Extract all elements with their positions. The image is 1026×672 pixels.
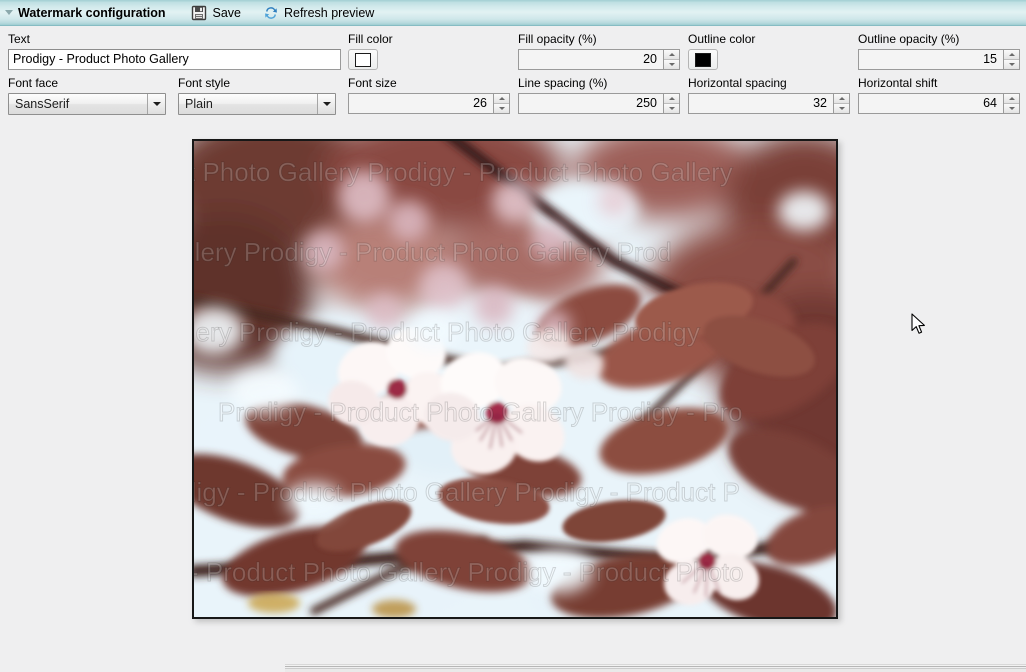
line-spacing-increment[interactable] xyxy=(664,94,679,104)
horizontal-shift-group: Horizontal shift 64 xyxy=(858,77,1020,114)
outline-color-label: Outline color xyxy=(688,32,756,46)
watermark-text-line: digy - Product Photo Gallery Prodigy - P… xyxy=(194,477,740,508)
outline-opacity-value[interactable]: 15 xyxy=(858,49,1003,70)
watermark-configuration-header: Watermark configuration Save Refresh pre… xyxy=(0,0,1026,26)
font-style-group: Font style Plain xyxy=(178,77,336,115)
font-size-group: Font size 26 xyxy=(348,77,510,114)
panel-collapse-toggle[interactable] xyxy=(0,0,18,26)
watermark-text-input[interactable]: Prodigy - Product Photo Gallery xyxy=(8,49,341,70)
font-style-label: Font style xyxy=(178,76,231,90)
font-style-value: Plain xyxy=(185,97,213,111)
line-spacing-label: Line spacing (%) xyxy=(518,76,608,90)
watermark-preview-image[interactable]: t Photo Gallery Prodigy - Product Photo … xyxy=(192,139,838,619)
outline-opacity-increment[interactable] xyxy=(1004,50,1019,60)
watermark-text-line: Prodigy - Product Photo Gallery Prodigy … xyxy=(218,397,744,428)
fill-opacity-increment[interactable] xyxy=(664,50,679,60)
outline-color-group: Outline color xyxy=(688,33,755,70)
fill-opacity-value[interactable]: 20 xyxy=(518,49,663,70)
fill-color-swatch-button[interactable] xyxy=(348,49,378,70)
outline-opacity-decrement[interactable] xyxy=(1004,60,1019,69)
mouse-cursor xyxy=(911,313,927,337)
font-size-value[interactable]: 26 xyxy=(348,93,493,114)
refresh-preview-button[interactable]: Refresh preview xyxy=(259,2,378,24)
refresh-preview-button-label: Refresh preview xyxy=(283,5,375,20)
watermark-text-line: y Gallery Prodigy - Product Photo Galler… xyxy=(194,237,672,268)
fill-color-label: Fill color xyxy=(348,32,393,46)
font-face-select[interactable]: SansSerif xyxy=(8,93,166,115)
outline-opacity-spinner[interactable]: 15 xyxy=(858,49,1020,70)
horizontal-spacing-value[interactable]: 32 xyxy=(688,93,833,114)
horizontal-shift-decrement[interactable] xyxy=(1004,104,1019,113)
floppy-disk-save-icon xyxy=(191,5,207,21)
refresh-circular-arrows-icon xyxy=(263,5,279,21)
font-size-label: Font size xyxy=(348,76,397,90)
outline-color-swatch-button[interactable] xyxy=(688,49,718,70)
text-field-group: Text Prodigy - Product Photo Gallery xyxy=(8,33,341,70)
fill-opacity-group: Fill opacity (%) 20 xyxy=(518,33,680,70)
horizontal-spacing-increment[interactable] xyxy=(834,94,849,104)
preview-container: t Photo Gallery Prodigy - Product Photo … xyxy=(192,139,841,622)
line-spacing-group: Line spacing (%) 250 xyxy=(518,77,680,114)
font-face-value: SansSerif xyxy=(15,97,70,111)
chevron-down-icon[interactable] xyxy=(147,94,165,114)
horizontal-shift-label: Horizontal shift xyxy=(858,76,938,90)
watermark-text-line: llery Prodigy - Product Photo Gallery Pr… xyxy=(194,317,700,348)
line-spacing-arrows[interactable] xyxy=(663,93,680,114)
fill-opacity-decrement[interactable] xyxy=(664,60,679,69)
horizontal-spacing-arrows[interactable] xyxy=(833,93,850,114)
outline-color-swatch xyxy=(695,52,711,67)
horizontal-spacing-group: Horizontal spacing 32 xyxy=(688,77,850,114)
font-size-decrement[interactable] xyxy=(494,104,509,113)
text-field-label: Text xyxy=(8,32,31,46)
triangle-down-icon xyxy=(5,10,13,15)
panel-title: Watermark configuration xyxy=(18,5,166,20)
outline-opacity-label: Outline opacity (%) xyxy=(858,32,960,46)
fill-color-group: Fill color xyxy=(348,33,393,70)
fill-opacity-arrows[interactable] xyxy=(663,49,680,70)
line-spacing-value[interactable]: 250 xyxy=(518,93,663,114)
watermark-text-line: t Photo Gallery Prodigy - Product Photo … xyxy=(194,157,733,188)
horizontal-shift-arrows[interactable] xyxy=(1003,93,1020,114)
horizontal-spacing-decrement[interactable] xyxy=(834,104,849,113)
bottom-divider xyxy=(285,664,1026,667)
horizontal-spacing-label: Horizontal spacing xyxy=(688,76,787,90)
horizontal-shift-value[interactable]: 64 xyxy=(858,93,1003,114)
horizontal-shift-increment[interactable] xyxy=(1004,94,1019,104)
font-face-label: Font face xyxy=(8,76,59,90)
horizontal-spacing-spinner[interactable]: 32 xyxy=(688,93,850,114)
font-style-select[interactable]: Plain xyxy=(178,93,336,115)
bottom-status-strip xyxy=(285,668,1026,672)
save-button[interactable]: Save xyxy=(187,2,245,24)
watermark-text-overlay: t Photo Gallery Prodigy - Product Photo … xyxy=(194,141,836,617)
fill-opacity-label: Fill opacity (%) xyxy=(518,32,597,46)
font-size-arrows[interactable] xyxy=(493,93,510,114)
line-spacing-spinner[interactable]: 250 xyxy=(518,93,680,114)
fill-color-swatch xyxy=(355,52,371,67)
font-face-group: Font face SansSerif xyxy=(8,77,166,115)
watermark-form: Text Prodigy - Product Photo Gallery Fil… xyxy=(0,27,1026,119)
watermark-text-line: - Product Photo Gallery Prodigy - Produc… xyxy=(194,557,744,588)
outline-opacity-group: Outline opacity (%) 15 xyxy=(858,33,1020,70)
font-size-spinner[interactable]: 26 xyxy=(348,93,510,114)
font-size-increment[interactable] xyxy=(494,94,509,104)
line-spacing-decrement[interactable] xyxy=(664,104,679,113)
outline-opacity-arrows[interactable] xyxy=(1003,49,1020,70)
save-button-label: Save xyxy=(212,5,241,20)
fill-opacity-spinner[interactable]: 20 xyxy=(518,49,680,70)
horizontal-shift-spinner[interactable]: 64 xyxy=(858,93,1020,114)
chevron-down-icon[interactable] xyxy=(317,94,335,114)
